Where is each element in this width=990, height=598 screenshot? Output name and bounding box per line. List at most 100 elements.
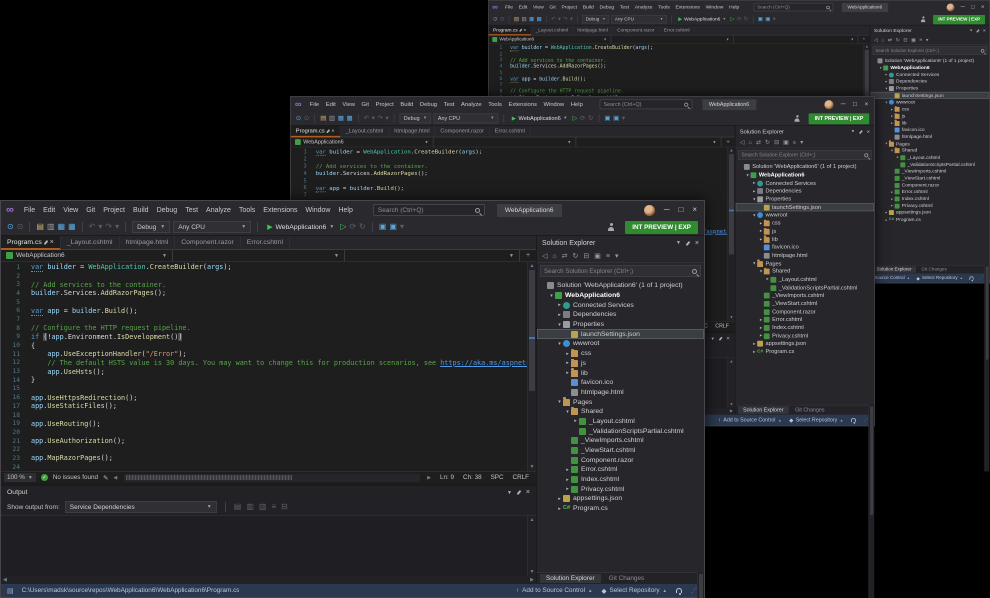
add-to-source-control-button[interactable]: ↑ Add to Source Control ▲ — [516, 587, 593, 594]
show-all-files-icon[interactable]: ▣ — [594, 253, 601, 260]
tree-chevron-icon[interactable]: ▸ — [564, 486, 571, 492]
tree-item[interactable]: ▸ appsettings.json — [870, 209, 989, 216]
close-icon[interactable]: × — [526, 489, 530, 496]
tree-item[interactable]: htmlpage.html — [736, 252, 875, 260]
menu-item[interactable]: Tools — [485, 100, 505, 109]
open-file-icon[interactable]: ▥ — [329, 115, 335, 122]
notifications-bell-icon[interactable] — [969, 276, 974, 282]
save-icon[interactable]: ▦ — [529, 16, 534, 22]
menu-item[interactable]: Test — [440, 100, 457, 109]
document-tab[interactable]: Program.cs × — [488, 25, 532, 36]
tree-chevron-icon[interactable]: ▸ — [556, 312, 563, 318]
menu-item[interactable]: Edit — [516, 3, 530, 11]
tree-item[interactable]: ▾ Shared — [870, 147, 989, 154]
scroll-right-icon[interactable]: ▶ — [530, 577, 534, 583]
menu-item[interactable]: Window — [302, 205, 335, 216]
menu-item[interactable]: Debug — [153, 205, 182, 216]
scroll-down-icon[interactable]: ▼ — [528, 569, 536, 575]
close-button[interactable]: × — [864, 101, 868, 108]
tree-item[interactable]: ▸ Dependencies — [870, 78, 989, 85]
goto-previous-message-icon[interactable]: ▥ — [246, 503, 254, 511]
document-tab[interactable]: _Layout.cshtml × — [531, 25, 574, 36]
separator[interactable] — [371, 222, 373, 232]
separator[interactable] — [393, 114, 395, 123]
menu-item[interactable]: Analyze — [458, 100, 485, 109]
menu-item[interactable]: Extensions — [505, 100, 540, 109]
tree-item[interactable]: ▸ Connected Services — [537, 300, 704, 310]
close-button[interactable]: × — [981, 4, 984, 10]
zoom-dropdown[interactable]: 100 % ▼ — [4, 473, 36, 482]
select-repository-button[interactable]: ◆ Select Repository ▲ — [602, 587, 667, 595]
tree-chevron-icon[interactable]: ▸ — [572, 418, 579, 424]
document-tab[interactable]: Error.cshtml × — [659, 25, 695, 36]
hot-reload-icon[interactable]: ⟳ — [580, 115, 586, 122]
pin-icon[interactable] — [516, 489, 522, 496]
save-all-icon[interactable]: ▦ — [536, 16, 541, 22]
restart-icon[interactable]: ↻ — [744, 16, 749, 22]
tree-item[interactable]: ▸ css — [736, 219, 875, 227]
tree-item[interactable]: Solution 'WebApplication6' (1 of 1 proje… — [736, 163, 875, 171]
menu-item[interactable]: Git — [358, 100, 372, 109]
solution-configuration-dropdown[interactable]: Debug ▼ — [132, 221, 171, 233]
add-to-source-control-button[interactable]: ↑ Add to Source Control ▲ — [718, 417, 782, 423]
scrollbar-thumb[interactable] — [126, 475, 292, 480]
nav-backward-icon[interactable]: ⊙ — [493, 16, 498, 22]
tree-item[interactable]: ▸ Privacy.cshtml — [736, 332, 875, 340]
edit-mode-icon[interactable]: ✎ — [103, 474, 108, 482]
hot-reload-icon[interactable]: ⟳ — [349, 223, 356, 231]
tab-close-icon[interactable]: × — [331, 128, 334, 134]
tree-item[interactable]: ▾ Shared — [537, 406, 704, 417]
tree-item[interactable]: Component.razor — [736, 308, 875, 316]
pin-icon[interactable] — [976, 28, 980, 33]
tree-item[interactable]: _ViewImports.cshtml — [870, 168, 989, 175]
menu-item[interactable]: Build — [397, 100, 417, 109]
document-tab[interactable]: Error.cshtml × — [489, 125, 531, 138]
tree-item[interactable]: ▸ css — [870, 105, 989, 113]
separator[interactable] — [357, 114, 359, 123]
send-feedback-icon[interactable] — [607, 223, 615, 231]
type-dropdown[interactable]: ▼ — [434, 137, 577, 147]
undo-dropdown-icon[interactable]: ▾ — [558, 16, 561, 22]
collapse-all-icon[interactable]: ⊟ — [903, 37, 907, 42]
select-repository-button[interactable]: ◆ Select Repository ▲ — [916, 275, 963, 281]
tree-item[interactable]: ▸ Program.cs — [537, 504, 704, 514]
pin-icon[interactable] — [858, 129, 863, 134]
menu-item[interactable]: Edit — [322, 100, 339, 109]
menu-item[interactable]: Git — [82, 205, 99, 216]
tool-window-tab[interactable]: Git Changes — [917, 266, 951, 272]
switch-views-icon[interactable]: ⇄ — [888, 37, 892, 42]
editor-layout-icon[interactable]: ▣ — [613, 115, 619, 122]
tree-vertical-scrollbar[interactable] — [868, 404, 875, 598]
menu-item[interactable]: Project — [559, 3, 580, 11]
home-icon[interactable]: ⌂ — [552, 253, 556, 260]
tree-item[interactable]: ▾ WebApplication6 — [537, 291, 704, 301]
filter-dropdown-icon[interactable]: ▾ — [800, 140, 803, 146]
save-all-icon[interactable]: ▦ — [347, 115, 353, 122]
tree-item[interactable]: ▾ Pages — [736, 259, 875, 268]
project-dropdown[interactable]: WebApplication6 ▼ — [489, 35, 612, 44]
menu-item[interactable]: Git — [547, 3, 559, 11]
tree-item[interactable]: ▾ wwwroot — [870, 99, 989, 106]
health-indicator-icon[interactable]: ✓ — [40, 474, 48, 481]
tree-item[interactable]: ▸ css — [537, 348, 704, 359]
save-icon[interactable]: ▦ — [338, 115, 344, 122]
redo-icon[interactable]: ↷ — [105, 223, 112, 231]
int-preview-badge[interactable]: INT PREVIEW | EXP — [933, 14, 986, 24]
tree-item[interactable]: Component.razor — [537, 455, 704, 465]
refresh-icon[interactable]: ↻ — [896, 37, 900, 42]
menu-item[interactable]: Test — [617, 3, 632, 11]
minimize-button[interactable]: ─ — [961, 4, 965, 10]
maximize-button[interactable]: □ — [678, 206, 683, 214]
nav-forward-icon[interactable]: ⊙ — [500, 16, 505, 22]
tree-chevron-icon[interactable]: ▸ — [564, 467, 571, 473]
split-editor-icon[interactable]: + — [721, 137, 734, 146]
column-indicator[interactable]: Ch: 38 — [463, 474, 482, 481]
tree-chevron-icon[interactable]: ▸ — [564, 351, 571, 357]
notifications-bell-icon[interactable] — [676, 588, 682, 595]
quick-search-input[interactable]: Search (Ctrl+Q) — [372, 204, 485, 216]
save-all-icon[interactable]: ▦ — [68, 223, 76, 231]
title-bar[interactable]: ∞ File Edit View Git Project Build Debug Test An… — [488, 0, 990, 14]
undo-icon[interactable]: ↶ — [551, 16, 556, 22]
menu-item[interactable]: File — [20, 205, 39, 216]
undo-dropdown-icon[interactable]: ▾ — [372, 115, 375, 122]
